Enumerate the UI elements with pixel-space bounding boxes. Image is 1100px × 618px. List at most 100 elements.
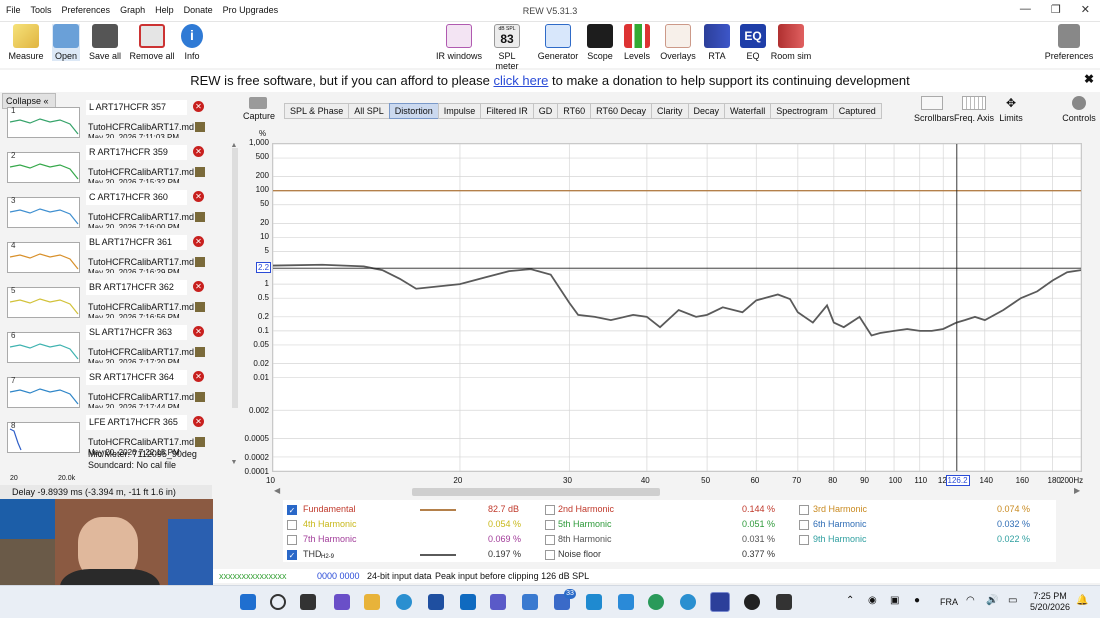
language-indicator[interactable]: FRA <box>940 597 958 607</box>
app-icon-5[interactable] <box>776 594 792 610</box>
measurement-title[interactable]: SR ART17HCFR 364 <box>86 370 187 385</box>
open-button[interactable]: Open <box>52 24 80 61</box>
measurement-info-icon[interactable] <box>195 302 205 312</box>
legend-checkbox[interactable] <box>799 535 809 545</box>
tab-rt60-decay[interactable]: RT60 Decay <box>590 103 652 119</box>
measurement-info-icon[interactable] <box>195 212 205 222</box>
app-icon-4[interactable] <box>586 594 602 610</box>
tab-all-spl[interactable]: All SPL <box>348 103 390 119</box>
microphone-icon[interactable]: ● <box>914 595 920 606</box>
measurement-info-icon[interactable] <box>195 437 205 447</box>
delete-measurement-icon[interactable]: ✕ <box>193 191 204 202</box>
levels-button[interactable]: Levels <box>622 24 652 61</box>
measurement-row[interactable]: 4 BL ART17HCFR 361 ✕ TutoHCFRCalibART17.md M… <box>2 228 209 273</box>
delete-measurement-icon[interactable]: ✕ <box>193 101 204 112</box>
delete-measurement-icon[interactable]: ✕ <box>193 416 204 427</box>
vertical-scroll[interactable]: ▲ ▼ <box>230 142 238 472</box>
tab-spl-phase[interactable]: SPL & Phase <box>284 103 350 119</box>
measurement-thumbnail[interactable] <box>7 422 80 453</box>
measurement-row[interactable]: 7 SR ART17HCFR 364 ✕ TutoHCFRCalibART17.md M… <box>2 363 209 408</box>
battery-icon[interactable]: ▭ <box>1008 595 1017 606</box>
legend-checkbox[interactable] <box>545 520 555 530</box>
delete-measurement-icon[interactable]: ✕ <box>193 371 204 382</box>
delete-measurement-icon[interactable]: ✕ <box>193 326 204 337</box>
measurement-title[interactable]: C ART17HCFR 360 <box>86 190 187 205</box>
measurement-thumbnail[interactable] <box>7 332 80 363</box>
measurement-info-icon[interactable] <box>195 392 205 402</box>
measurement-row[interactable]: 3C ART17HCFR 360 ✕ TutoHCFRCalibART17.md Ma… <box>2 183 209 228</box>
measurement-row[interactable]: 5 BR ART17HCFR 362 ✕ TutoHCFRCalibART17.md M… <box>2 273 209 318</box>
measurement-title[interactable]: SL ART17HCFR 363 <box>86 325 187 340</box>
tab-clarity[interactable]: Clarity <box>650 103 689 119</box>
measurement-row[interactable]: 2R ART17HCFR 359 ✕ TutoHCFRCalibART17.md Ma… <box>2 138 209 183</box>
capture-button[interactable]: Capture <box>243 97 275 121</box>
notification-icon[interactable]: 🔔 <box>1076 595 1088 606</box>
measurement-title[interactable]: R ART17HCFR 359 <box>86 145 187 160</box>
tab-captured[interactable]: Captured <box>832 103 882 119</box>
eq-button[interactable]: EQ EQ <box>740 24 766 61</box>
measurement-thumbnail[interactable] <box>7 377 80 408</box>
measurement-thumbnail[interactable] <box>7 107 80 138</box>
app-icon-1[interactable] <box>334 594 350 610</box>
measurement-row[interactable]: 6 SL ART17HCFR 363 ✕ TutoHCFRCalibART17.md M… <box>2 318 209 363</box>
measurement-info-icon[interactable] <box>195 122 205 132</box>
network-icon[interactable]: ◉ <box>868 595 877 606</box>
overlays-button[interactable]: Overlays <box>660 24 696 61</box>
scroll-left-icon[interactable]: ◀ <box>274 486 280 495</box>
legend-checkbox[interactable] <box>287 535 297 545</box>
tab-waterfall[interactable]: Waterfall <box>724 103 772 119</box>
file-explorer-icon[interactable] <box>364 594 380 610</box>
chrome-icon[interactable] <box>648 594 664 610</box>
preferences-button[interactable]: Preferences <box>1044 24 1094 61</box>
tab-gd[interactable]: GD <box>532 103 559 119</box>
donation-link[interactable]: click here <box>493 73 548 88</box>
distortion-plot[interactable] <box>272 143 1082 472</box>
legend-checkbox[interactable]: ✓ <box>287 505 297 515</box>
horizontal-scrollbar[interactable] <box>412 488 660 496</box>
measurement-thumbnail[interactable] <box>7 197 80 228</box>
save-all-button[interactable]: Save all <box>88 24 122 61</box>
store-icon[interactable] <box>428 594 444 610</box>
measurement-info-icon[interactable] <box>195 347 205 357</box>
rta-button[interactable]: RTA <box>704 24 730 61</box>
legend-checkbox[interactable] <box>799 520 809 530</box>
measurement-thumbnail[interactable] <box>7 287 80 318</box>
remove-all-button[interactable]: Remove all <box>128 24 176 61</box>
limits-button[interactable]: ✥ Limits <box>996 96 1026 123</box>
rew-taskbar-icon[interactable] <box>710 592 730 612</box>
tab-distortion[interactable]: Distortion <box>388 103 439 119</box>
legend-checkbox[interactable] <box>545 550 555 560</box>
edge-icon-2[interactable] <box>680 594 696 610</box>
measurement-thumbnail[interactable] <box>7 152 80 183</box>
legend-checkbox[interactable] <box>545 535 555 545</box>
scope-button[interactable]: Scope <box>586 24 614 61</box>
start-icon[interactable] <box>240 594 256 610</box>
task-view-icon[interactable] <box>300 594 316 610</box>
delete-measurement-icon[interactable]: ✕ <box>193 236 204 247</box>
measurement-title[interactable]: BR ART17HCFR 362 <box>86 280 187 295</box>
measure-button[interactable]: Measure <box>6 24 46 61</box>
legend-checkbox[interactable] <box>287 520 297 530</box>
measurement-info-icon[interactable] <box>195 257 205 267</box>
tab-rt60[interactable]: RT60 <box>557 103 592 119</box>
tab-filtered-ir[interactable]: Filtered IR <box>480 103 534 119</box>
measurement-title[interactable]: L ART17HCFR 357 <box>86 100 187 115</box>
measurement-thumbnail[interactable] <box>7 242 80 273</box>
app-tray-icon[interactable]: ▣ <box>890 595 899 606</box>
tab-spectrogram[interactable]: Spectrogram <box>770 103 834 119</box>
measurement-row[interactable]: 8 LFE ART17HCFR 365 ✕ TutoHCFRCalibART17.md… <box>2 408 209 457</box>
search-icon[interactable] <box>270 594 286 610</box>
vscode-icon[interactable] <box>618 594 634 610</box>
banner-close-icon[interactable]: ✖ <box>1084 72 1094 86</box>
wifi-icon[interactable]: ◠ <box>966 595 975 606</box>
ir-windows-button[interactable]: IR windows <box>436 24 482 61</box>
legend-checkbox[interactable] <box>799 505 809 515</box>
measurement-row[interactable]: 1L ART17HCFR 357 ✕ TutoHCFRCalibART17.md Ma… <box>2 93 209 138</box>
measurement-title[interactable]: BL ART17HCFR 361 <box>86 235 187 250</box>
tray-chevron-icon[interactable]: ⌃ <box>846 595 854 606</box>
clock[interactable]: 7:25 PM 5/20/2026 <box>1030 591 1070 613</box>
generator-button[interactable]: Generator <box>536 24 580 61</box>
freq-axis-button[interactable]: Freq. Axis <box>954 96 994 123</box>
tab-impulse[interactable]: Impulse <box>437 103 482 119</box>
github-icon[interactable] <box>744 594 760 610</box>
